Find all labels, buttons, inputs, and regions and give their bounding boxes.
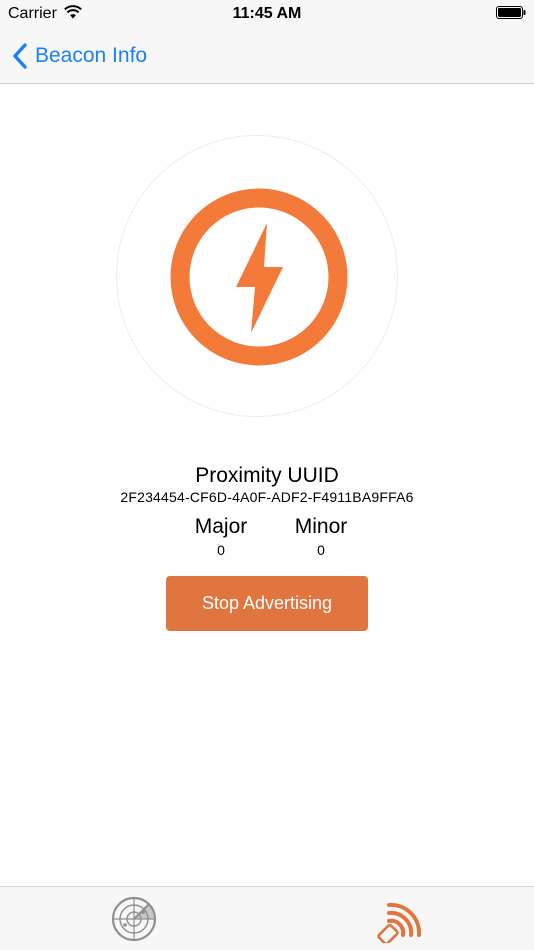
tab-radar[interactable]	[0, 887, 267, 950]
back-button[interactable]: Beacon Info	[12, 39, 147, 73]
radar-icon	[111, 896, 156, 942]
proximity-uuid-value: 2F234454-CF6D-4A0F-ADF2-F4911BA9FFA6	[120, 489, 414, 505]
status-bar: Carrier 11:45 AM	[0, 0, 534, 30]
tab-broadcast[interactable]	[267, 887, 534, 950]
beacon-lightning-icon	[170, 188, 348, 366]
broadcast-icon	[376, 902, 421, 943]
proximity-uuid-label: Proximity UUID	[195, 464, 339, 487]
minor-value: 0	[317, 542, 325, 558]
back-button-label: Beacon Info	[35, 44, 148, 67]
chevron-left-icon	[13, 43, 27, 69]
stop-advertising-button[interactable]: Stop Advertising	[166, 576, 368, 631]
beacon-info-screen: Carrier 11:45 AM Beacon Info Proximity U…	[0, 0, 534, 950]
status-time: 11:45 AM	[232, 5, 302, 22]
navigation-bar: Beacon Info	[0, 30, 534, 84]
minor-label: Minor	[294, 515, 348, 538]
minor-block: Minor 0	[261, 515, 381, 558]
tab-bar	[0, 886, 534, 950]
battery-icon	[496, 6, 526, 19]
